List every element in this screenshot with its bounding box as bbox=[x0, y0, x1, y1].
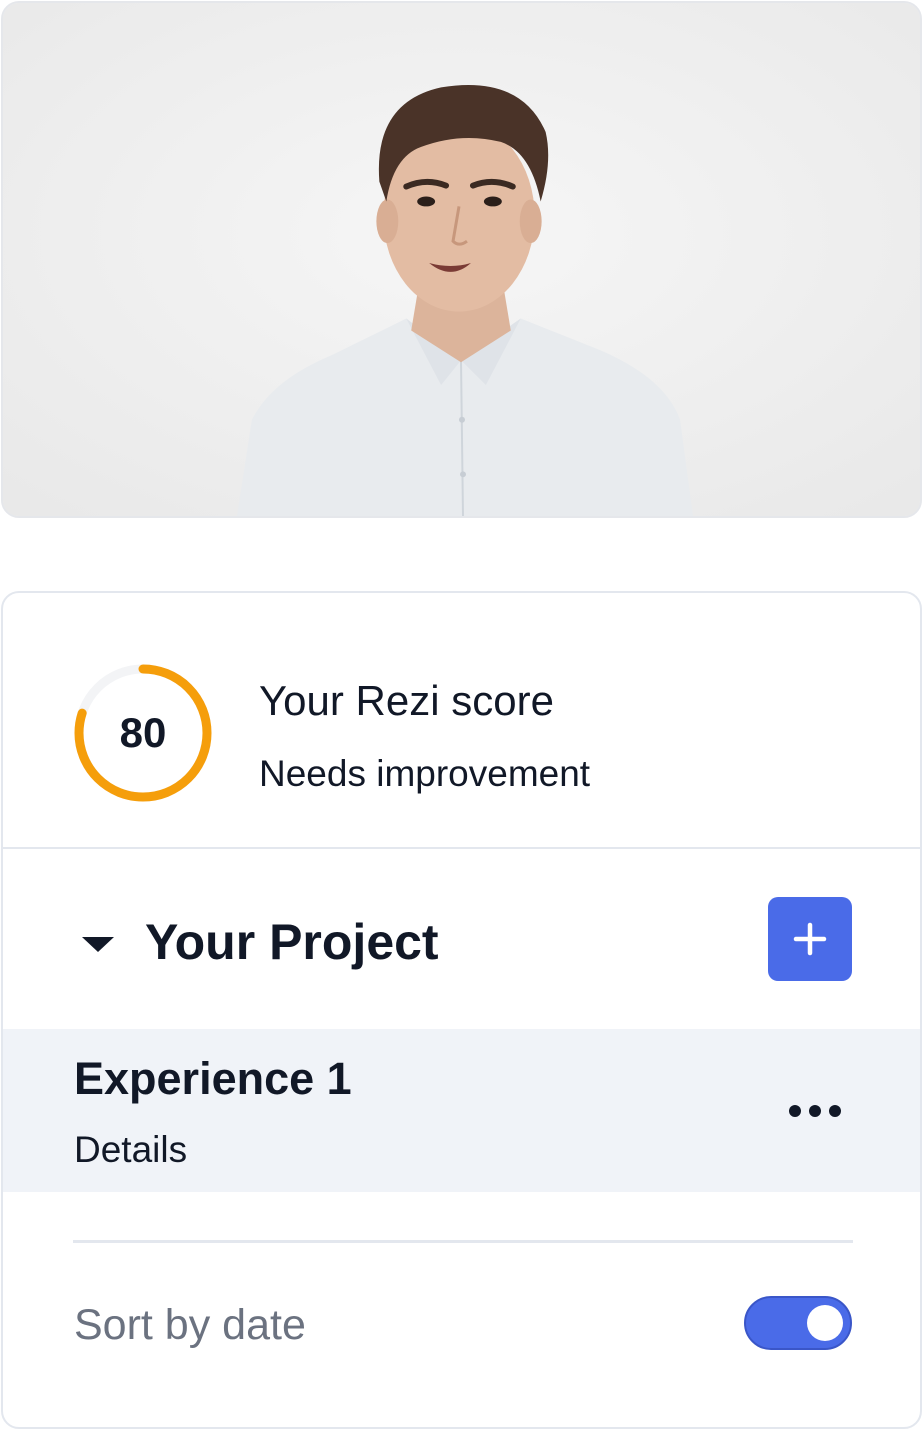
list-divider bbox=[73, 1240, 853, 1243]
toggle-knob bbox=[807, 1305, 843, 1341]
caret-down-icon[interactable] bbox=[82, 937, 114, 952]
score-value: 80 bbox=[119, 709, 167, 756]
sort-label: Sort by date bbox=[74, 1301, 306, 1349]
sort-by-date-toggle[interactable] bbox=[744, 1296, 852, 1350]
score-title: Your Rezi score bbox=[259, 677, 554, 724]
experience-subtitle: Details bbox=[74, 1129, 188, 1170]
score-section: 80 Your Rezi score Needs improvement bbox=[3, 593, 920, 849]
rezi-panel: 80 Your Rezi score Needs improvement You… bbox=[1, 591, 922, 1429]
project-title[interactable]: Your Project bbox=[145, 913, 439, 971]
experience-title: Experience 1 bbox=[74, 1053, 352, 1104]
add-button[interactable] bbox=[768, 897, 852, 981]
video-preview[interactable] bbox=[1, 1, 922, 518]
more-options-button[interactable] bbox=[785, 1091, 845, 1131]
presenter-video-frame bbox=[3, 3, 920, 516]
plus-icon bbox=[793, 922, 827, 956]
list-item-experience[interactable]: Experience 1 Details bbox=[3, 1029, 920, 1192]
score-status: Needs improvement bbox=[259, 753, 591, 794]
more-horizontal-icon bbox=[789, 1105, 841, 1117]
